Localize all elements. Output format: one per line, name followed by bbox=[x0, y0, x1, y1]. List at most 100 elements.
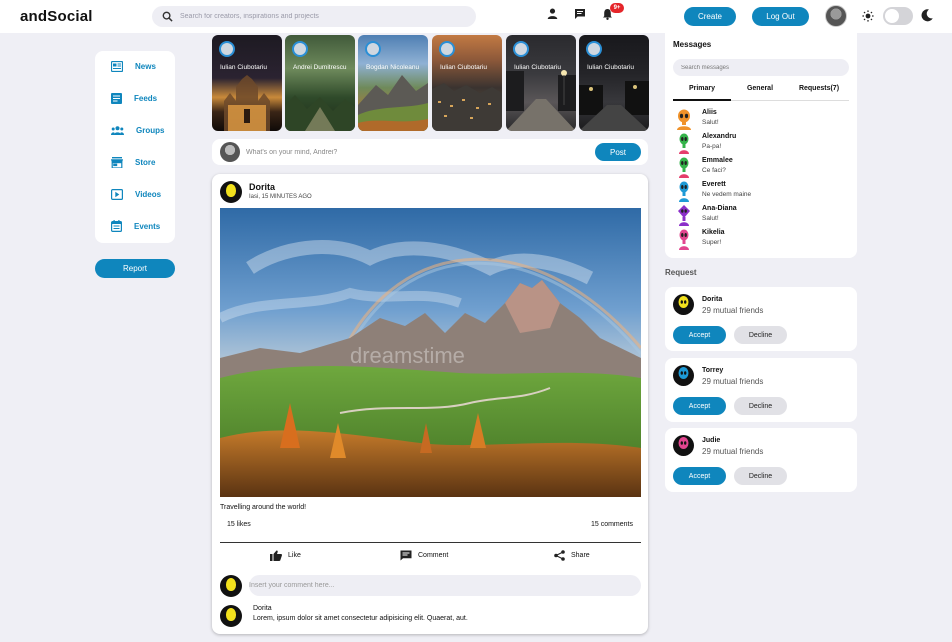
story-scene bbox=[224, 75, 270, 131]
post-image[interactable]: dreamstime bbox=[220, 208, 641, 497]
accept-button[interactable]: Accept bbox=[673, 467, 726, 485]
request-avatar[interactable] bbox=[673, 435, 694, 456]
message-item[interactable]: Emmalee Ce faci? bbox=[674, 157, 850, 179]
comments-count[interactable]: 15 comments bbox=[591, 521, 633, 528]
story-card[interactable]: Iulian Ciubotariu bbox=[212, 35, 282, 131]
message-item[interactable]: Kikelia Super! bbox=[674, 229, 850, 251]
nav-item-store[interactable]: Store bbox=[111, 154, 155, 170]
post-author-name[interactable]: Dorita bbox=[249, 182, 275, 192]
store-icon bbox=[111, 156, 123, 168]
groups-icon bbox=[111, 125, 124, 135]
story-card[interactable]: Iulian Ciubotariu bbox=[579, 35, 649, 131]
message-item[interactable]: Ana-Diana Salut! bbox=[674, 205, 850, 227]
request-name[interactable]: Dorita bbox=[702, 296, 722, 303]
story-name: Andrei Dumitrescu bbox=[293, 64, 347, 71]
friend-request-card: Torrey 29 mutual friends Accept Decline bbox=[665, 358, 857, 422]
thumbs-up-icon bbox=[270, 549, 282, 561]
message-preview: Salut! bbox=[702, 215, 719, 222]
messages-panel: Messages Primary General Requests(7) Ali… bbox=[665, 33, 857, 258]
friend-request-card: Judie 29 mutual friends Accept Decline bbox=[665, 428, 857, 492]
message-item[interactable]: Everett Ne vedem maine bbox=[674, 181, 850, 203]
story-scene bbox=[285, 95, 355, 131]
nav-item-videos[interactable]: Videos bbox=[111, 186, 161, 202]
decline-button[interactable]: Decline bbox=[734, 397, 787, 415]
comment-label: Comment bbox=[418, 551, 449, 559]
comment-input[interactable] bbox=[249, 575, 641, 596]
chat-icon[interactable] bbox=[574, 8, 586, 20]
user-avatar[interactable] bbox=[825, 5, 847, 27]
message-sender: Emmalee bbox=[702, 157, 733, 164]
comment-author-avatar[interactable] bbox=[220, 605, 242, 627]
theme-toggle[interactable] bbox=[883, 7, 913, 25]
story-card[interactable]: Iulian Ciubotariu bbox=[432, 35, 502, 131]
report-button[interactable]: Report bbox=[95, 259, 175, 278]
message-sender: Alexandru bbox=[702, 133, 737, 140]
sun-icon bbox=[862, 10, 874, 22]
alien-avatar-icon bbox=[677, 109, 691, 130]
accept-button[interactable]: Accept bbox=[673, 397, 726, 415]
logout-button[interactable]: Log Out bbox=[752, 7, 809, 26]
nav-item-feeds[interactable]: Feeds bbox=[111, 90, 157, 106]
search-bar bbox=[152, 6, 476, 27]
status-input[interactable] bbox=[246, 144, 576, 160]
alien-avatar-icon bbox=[678, 205, 690, 226]
nav-item-events[interactable]: Events bbox=[111, 218, 160, 234]
comment-author-name[interactable]: Dorita bbox=[253, 605, 272, 612]
search-icon bbox=[162, 11, 173, 22]
post-card: Dorita Iasi, 15 MINUTES AGO dreamstime T… bbox=[212, 174, 648, 634]
request-name[interactable]: Torrey bbox=[702, 367, 723, 374]
comment-button[interactable]: Comment bbox=[400, 548, 448, 562]
message-item[interactable]: Aliis Salut! bbox=[674, 109, 850, 131]
mutual-friends: 29 mutual friends bbox=[702, 377, 764, 386]
create-button[interactable]: Create bbox=[684, 7, 736, 26]
story-avatar bbox=[219, 41, 235, 57]
share-button[interactable]: Share bbox=[554, 548, 590, 562]
post-author-avatar[interactable] bbox=[220, 181, 242, 203]
app-logo[interactable]: andSocial bbox=[20, 8, 93, 25]
like-button[interactable]: Like bbox=[270, 548, 301, 562]
post-button[interactable]: Post bbox=[595, 143, 641, 161]
story-avatar bbox=[292, 41, 308, 57]
tab-primary[interactable]: Primary bbox=[673, 85, 731, 92]
message-preview: Ne vedem maine bbox=[702, 191, 752, 198]
request-name[interactable]: Judie bbox=[702, 437, 720, 444]
like-label: Like bbox=[288, 551, 301, 559]
decline-button[interactable]: Decline bbox=[734, 467, 787, 485]
moon-icon bbox=[921, 9, 933, 22]
message-preview: Pa-pa! bbox=[702, 143, 722, 150]
story-name: Iulian Ciubotariu bbox=[440, 64, 487, 71]
story-card[interactable]: Andrei Dumitrescu bbox=[285, 35, 355, 131]
share-label: Share bbox=[571, 551, 590, 559]
nav-label-groups: Groups bbox=[136, 125, 165, 135]
message-item[interactable]: Alexandru Pa-pa! bbox=[674, 133, 850, 155]
alien-avatar-icon bbox=[679, 229, 689, 250]
nav-item-groups[interactable]: Groups bbox=[111, 122, 164, 138]
tab-requests[interactable]: Requests(7) bbox=[789, 85, 849, 92]
comment-icon bbox=[400, 550, 412, 560]
request-avatar[interactable] bbox=[673, 365, 694, 386]
story-card[interactable]: Iulian Ciubotariu bbox=[506, 35, 576, 131]
messages-search-input[interactable] bbox=[673, 59, 849, 76]
message-sender: Everett bbox=[702, 181, 726, 188]
alien-avatar-icon bbox=[679, 157, 689, 178]
news-icon bbox=[111, 60, 123, 72]
nav-label-news: News bbox=[135, 61, 156, 71]
alien-avatar-icon bbox=[679, 181, 689, 202]
likes-count[interactable]: 15 likes bbox=[227, 521, 251, 528]
message-sender: Ana-Diana bbox=[702, 205, 737, 212]
message-preview: Super! bbox=[702, 239, 722, 246]
message-sender: Aliis bbox=[702, 109, 717, 116]
request-avatar[interactable] bbox=[673, 294, 694, 315]
story-card[interactable]: Bogdan Nicoleanu bbox=[358, 35, 428, 131]
nav-item-news[interactable]: News bbox=[111, 58, 156, 74]
profile-icon[interactable] bbox=[547, 8, 558, 19]
left-sidebar: News Feeds Groups Store Videos Events bbox=[95, 51, 175, 243]
active-tab-indicator bbox=[673, 99, 731, 101]
story-avatar bbox=[586, 41, 602, 57]
decline-button[interactable]: Decline bbox=[734, 326, 787, 344]
search-input[interactable] bbox=[180, 8, 465, 25]
accept-button[interactable]: Accept bbox=[673, 326, 726, 344]
tab-general[interactable]: General bbox=[731, 85, 789, 92]
story-name: Iulian Ciubotariu bbox=[587, 64, 634, 71]
post-composer: Post bbox=[212, 139, 648, 165]
